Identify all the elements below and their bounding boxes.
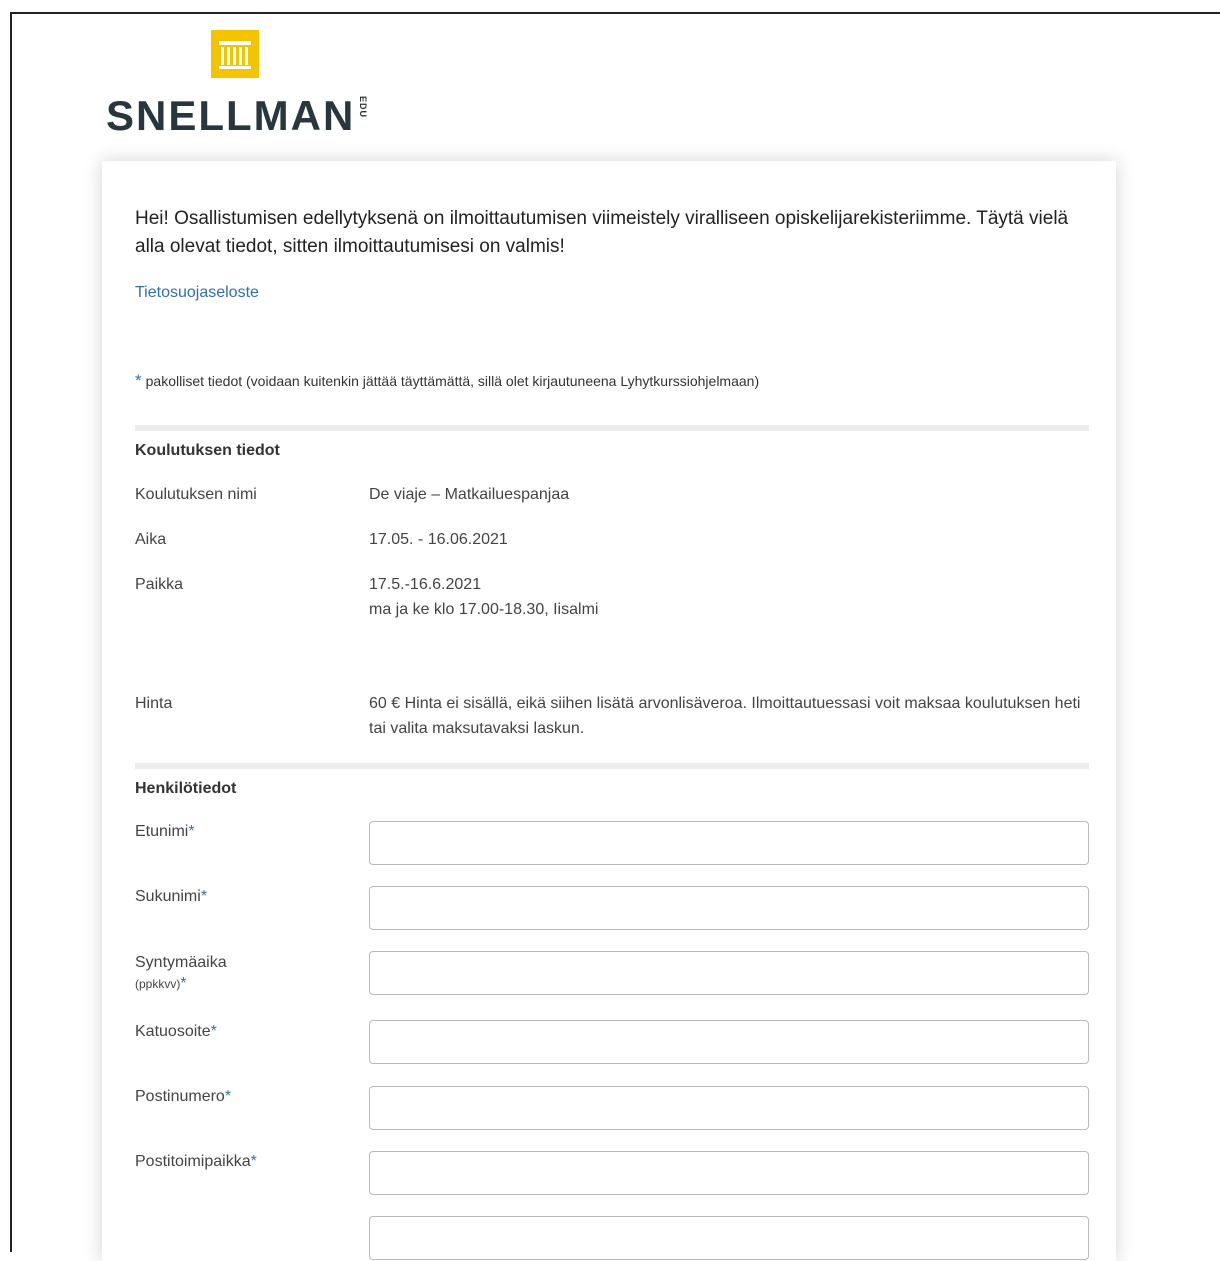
section-divider <box>135 763 1089 769</box>
required-star: * <box>250 1153 257 1170</box>
logo-suffix: EDU <box>358 96 368 119</box>
required-fields-note: * pakolliset tiedot (voidaan kuitenkin jä… <box>135 371 759 391</box>
required-star: * <box>224 1088 232 1105</box>
last-name-label-text: Sukunimi <box>135 888 201 905</box>
course-time-value: 17.05. - 16.06.2021 <box>369 531 508 548</box>
street-address-input[interactable] <box>369 1020 1089 1064</box>
course-time-label: Aika <box>135 531 167 548</box>
required-star: * <box>188 823 195 840</box>
course-place-label: Paikka <box>135 576 184 593</box>
birth-date-label-text: Syntymäaika <box>135 954 227 971</box>
post-office-label-text: Postitoimipaikka <box>135 1153 251 1170</box>
postal-code-input[interactable] <box>369 1086 1089 1130</box>
birth-date-input[interactable] <box>369 951 1089 995</box>
postal-code-label: Postinumero* <box>135 1088 231 1106</box>
personal-section-title: Henkilötiedot <box>135 780 237 797</box>
required-star: * <box>200 888 208 905</box>
course-price-label: Hinta <box>135 695 173 712</box>
privacy-policy-link[interactable]: Tietosuojaseloste <box>135 284 259 302</box>
birth-date-label: Syntymäaika (ppkkvv)* <box>135 954 227 993</box>
course-price-value: 60 € Hinta ei sisällä, eikä siihen lisät… <box>369 695 1081 737</box>
street-address-label: Katuosoite* <box>135 1023 217 1041</box>
registration-card: Hei! Osallistumisen edellytyksenä on ilm… <box>102 161 1116 1261</box>
first-name-input[interactable] <box>369 821 1089 865</box>
next-field-input[interactable] <box>369 1216 1089 1260</box>
post-office-label: Postitoimipaikka* <box>135 1153 257 1171</box>
course-place-line2: ma ja ke klo 17.00-18.30, Iisalmi <box>369 601 599 618</box>
section-divider <box>135 425 1089 431</box>
course-name-value: De viaje – Matkailuespanjaa <box>369 486 570 503</box>
required-star: * <box>135 371 142 390</box>
first-name-label: Etunimi* <box>135 823 195 841</box>
course-name-label: Koulutuksen nimi <box>135 486 257 503</box>
birth-date-format-hint: (ppkkvv) <box>135 977 181 991</box>
course-section-title: Koulutuksen tiedot <box>135 442 280 459</box>
postal-code-label-text: Postinumero <box>135 1088 225 1105</box>
pillared-building-icon <box>211 30 259 78</box>
last-name-input[interactable] <box>369 886 1089 930</box>
street-address-label-text: Katuosoite <box>135 1023 211 1040</box>
required-note-text: pakolliset tiedot (voidaan kuitenkin jät… <box>145 373 760 389</box>
logo-text: SNELLMAN <box>106 92 356 139</box>
first-name-label-text: Etunimi <box>135 823 189 840</box>
intro-text: Hei! Osallistumisen edellytyksenä on ilm… <box>135 208 1069 257</box>
required-star: * <box>180 975 187 992</box>
last-name-label: Sukunimi* <box>135 888 207 906</box>
course-place-line1: 17.5.-16.6.2021 <box>369 576 482 593</box>
post-office-input[interactable] <box>369 1151 1089 1195</box>
course-place-value: 17.5.-16.6.2021 ma ja ke klo 17.00-18.30… <box>369 572 1089 622</box>
required-star: * <box>210 1023 217 1040</box>
